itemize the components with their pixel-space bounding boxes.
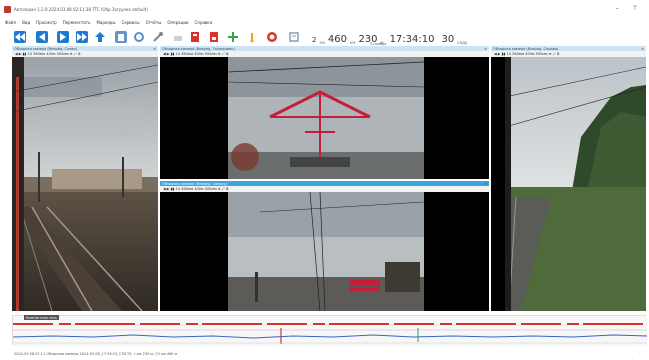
step-back-icon[interactable] — [36, 31, 48, 43]
camera-pane-center-bottom[interactable]: Обзорная камера (Вперёд, Сверху) × ◀ ▶ ▮… — [160, 181, 489, 311]
report-icon[interactable] — [208, 31, 220, 43]
settings-icon[interactable] — [133, 31, 145, 43]
window-title: Автоэкран 1.2.9 2024.03.08 02:11:38 TTC … — [14, 7, 148, 12]
status-text: 2024.03.08 02:11 Обзорная камера 2024.03… — [14, 352, 178, 356]
close-icon[interactable]: × — [153, 47, 156, 51]
readout-prefix-unit: км — [319, 40, 325, 45]
timeline-label: Контактная сеть — [24, 315, 60, 320]
camera-frame-center-bottom — [160, 192, 489, 311]
menu-navigate[interactable]: Переместить — [63, 20, 91, 25]
timeline-track[interactable] — [12, 315, 647, 346]
add-marker-icon[interactable] — [227, 31, 239, 43]
menu-services[interactable]: Сервисы — [121, 20, 139, 25]
eraser-icon[interactable] — [172, 31, 184, 43]
print-icon[interactable] — [288, 31, 300, 43]
resize-grip-icon[interactable]: ⋱ — [637, 351, 642, 357]
pane-title: Обзорная камера (Вперёд, Сверху) — [162, 181, 227, 186]
step-forward-icon[interactable] — [76, 31, 88, 43]
pane-title: Обзорная камера (Вперёд, Слева) — [14, 46, 77, 51]
camera-frame-left — [12, 57, 158, 311]
close-icon[interactable]: × — [641, 47, 644, 51]
stop-icon[interactable] — [266, 31, 278, 43]
menu-view[interactable]: Вид — [22, 20, 30, 25]
position-readout: 2 км 460 км 230 м 17:34:10 30 кадр — [312, 29, 468, 46]
readout-frame: 30 — [441, 34, 455, 45]
pane-title: Обзорная камера (Вперёд, Справа) — [493, 46, 559, 51]
menu-browse[interactable]: Просмотр — [36, 20, 57, 25]
export-icon[interactable] — [189, 31, 201, 43]
menu-reports[interactable]: Отчёты — [146, 20, 162, 25]
menu-help[interactable]: Справка — [195, 20, 213, 25]
pane-controls[interactable]: ◀ ▶ ▮▮ 14 360мм 400м 500мм ⊕ ⤢ ⚙ — [15, 52, 81, 56]
camera-pane-center-top[interactable]: Обзорная камера (Вперёд, Токоприём.) × ◀… — [160, 46, 489, 179]
menu-file[interactable]: Файл — [5, 20, 16, 25]
play-icon[interactable] — [57, 31, 69, 43]
rewind-start-icon[interactable] — [14, 31, 26, 43]
upload-icon[interactable] — [94, 31, 106, 43]
pane-controls[interactable]: ◀ ▶ ▮▮ 14 360мм 400м 500мм ⊕ ⤢ ⚙ — [494, 52, 560, 56]
camera-frame-right — [491, 57, 646, 311]
pin-icon[interactable] — [246, 31, 258, 43]
pane-controls[interactable]: ◀ ▶ ▮▮ 14 360мм 400м 500мм ⊕ ⤢ ⚙ — [163, 187, 229, 191]
menu-bar: Файл Вид Просмотр Переместить Маркеры Се… — [0, 18, 649, 26]
pane-title: Обзорная камера (Вперёд, Токоприём.) — [162, 46, 236, 51]
pane-controls[interactable]: ◀ ▶ ▮▮ 14 360мм 400м 500мм ⊕ ⤢ ⚙ — [163, 52, 229, 56]
readout-km: 460 — [327, 34, 347, 45]
camera-pane-left[interactable]: Обзорная камера (Вперёд, Слева) × ◀ ▶ ▮▮… — [12, 46, 158, 311]
camera-pane-right[interactable]: Обзорная камера (Вперёд, Справа) × ◀ ▶ ▮… — [491, 46, 646, 311]
app-icon — [4, 6, 11, 13]
menu-markers[interactable]: Маркеры — [96, 20, 115, 25]
readout-prefix: 2 — [312, 36, 317, 44]
close-icon[interactable]: × — [484, 182, 487, 186]
menu-operations[interactable]: Операции — [167, 20, 188, 25]
readout-frame-unit: кадр — [457, 40, 468, 45]
pin-window-button[interactable]: ⊤ — [630, 6, 640, 12]
wrench-icon[interactable] — [152, 31, 164, 43]
close-icon[interactable]: × — [484, 47, 487, 51]
readout-time: 17:34:10 — [389, 34, 435, 45]
timeline-graph — [13, 316, 647, 346]
readout-km-unit: км — [350, 40, 356, 45]
camera-frame-center-top — [160, 57, 489, 179]
cursor-icon[interactable] — [115, 31, 127, 43]
minimize-button[interactable]: – — [612, 6, 622, 12]
